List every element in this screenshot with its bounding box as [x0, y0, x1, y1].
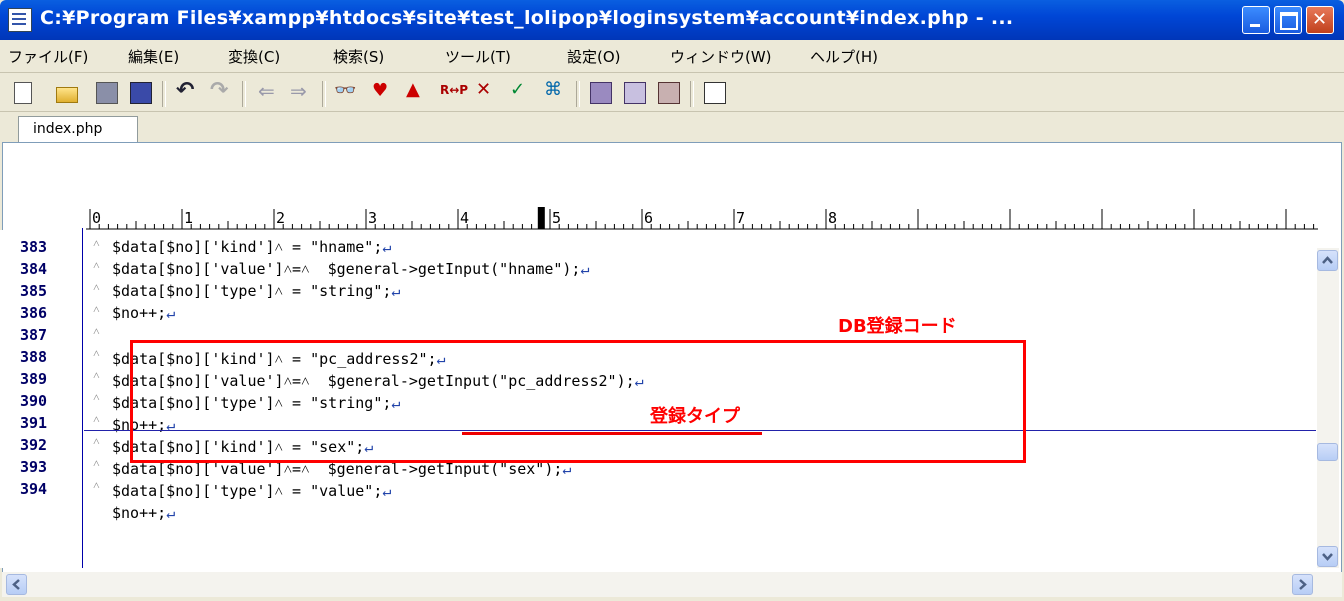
menu-edit[interactable]: 編集(E) — [128, 46, 179, 67]
menu-tools[interactable]: ツール(T) — [445, 46, 511, 67]
clear-highlight-icon[interactable]: ✕ — [476, 79, 498, 101]
code-line[interactable]: $no++;↵ — [112, 304, 175, 322]
compare-prev-icon[interactable] — [658, 82, 680, 104]
toolbar-separator — [322, 81, 326, 107]
return-mark: ↵ — [166, 304, 176, 322]
highlight-box — [130, 340, 1026, 463]
return-mark: ↵ — [580, 260, 590, 278]
menu-settings[interactable]: 設定(O) — [567, 46, 621, 67]
tab-marker: ˄ — [93, 258, 100, 272]
scroll-up-icon[interactable] — [1317, 250, 1338, 271]
tab-marker: ˄ — [93, 236, 100, 250]
menu-help[interactable]: ヘルプ(H) — [810, 46, 878, 67]
code-line[interactable]: $data[$no]['kind']˄ = "hname";↵ — [112, 238, 391, 257]
title-bar[interactable]: C:¥Program Files¥xampp¥htdocs¥site¥test_… — [0, 0, 1344, 40]
line-number-gutter: 383 384 385 386 387 388 389 390 391 392 … — [0, 230, 82, 568]
type-underline — [462, 432, 762, 435]
new-file-icon[interactable] — [14, 82, 32, 104]
undo-icon[interactable]: ↶ — [176, 78, 198, 103]
toolbar: ↶ ↷ ⇐ ⇒ 👓 ♥ ▲ R↔P ✕ ✓ ⌘ — [0, 73, 1344, 112]
code-text: $no++; — [112, 504, 167, 522]
save-as-icon[interactable] — [130, 82, 152, 104]
horizontal-scrollbar[interactable] — [2, 572, 1342, 597]
toolbar-separator — [162, 81, 166, 107]
line-number: 388 — [20, 348, 48, 366]
tab-marker: ˄ — [93, 412, 100, 426]
line-number: 390 — [20, 392, 48, 410]
toolbar-separator — [576, 81, 580, 107]
menu-search[interactable]: 検索(S) — [333, 46, 384, 67]
line-number: 394 — [20, 480, 48, 498]
menu-convert[interactable]: 変換(C) — [228, 46, 280, 67]
code-line[interactable]: $data[$no]['type']˄ = "string";↵ — [112, 282, 400, 301]
close-button[interactable] — [1306, 6, 1334, 34]
menu-file[interactable]: ファイル(F) — [8, 46, 88, 67]
tab-marker: ˄ — [93, 324, 100, 338]
return-mark: ↵ — [382, 482, 392, 500]
vertical-scrollbar[interactable] — [1317, 248, 1339, 568]
forward-icon[interactable]: ⇒ — [290, 79, 312, 103]
tab-marker: ˄ — [93, 434, 100, 448]
outline-icon[interactable] — [704, 82, 726, 104]
code-text: $data[$no]['type']˄ = "string"; — [112, 282, 392, 300]
menu-bar: ファイル(F) 編集(E) 変換(C) 検索(S) ツール(T) 設定(O) ウ… — [0, 40, 1344, 73]
back-icon[interactable]: ⇐ — [258, 79, 280, 103]
tag-jump-icon[interactable]: ⌘ — [544, 79, 566, 101]
toolbar-separator — [242, 81, 246, 107]
tab-marker: ˄ — [93, 390, 100, 404]
code-text: $data[$no]['kind']˄ = "hname"; — [112, 238, 383, 256]
code-text: $data[$no]['value']˄=˄ $general->getInpu… — [112, 260, 581, 278]
return-mark: ↵ — [391, 282, 401, 300]
scroll-down-icon[interactable] — [1317, 546, 1338, 567]
return-mark: ↵ — [166, 504, 176, 522]
db-code-annotation: DB登録コード — [838, 316, 957, 337]
tab-bar: index.php — [0, 112, 1344, 143]
compare-next-icon[interactable] — [624, 82, 646, 104]
tab-marker: ˄ — [93, 280, 100, 294]
line-number: 393 — [20, 458, 48, 476]
line-number: 386 — [20, 304, 48, 322]
line-number: 384 — [20, 260, 48, 278]
gutter-divider — [82, 228, 83, 568]
maximize-button[interactable] — [1274, 6, 1302, 34]
tab-marker: ˄ — [93, 368, 100, 382]
toolbar-separator — [690, 81, 694, 107]
code-text: $data[$no]['type']˄ = "value"; — [112, 482, 383, 500]
compare-icon[interactable] — [590, 82, 612, 104]
menu-window[interactable]: ウィンドウ(W) — [670, 46, 772, 67]
find-icon[interactable]: 👓 — [334, 80, 356, 102]
line-number: 385 — [20, 282, 48, 300]
line-number: 383 — [20, 238, 48, 256]
open-folder-icon[interactable] — [56, 87, 78, 103]
ruler-cursor-marker — [537, 207, 545, 229]
code-line[interactable]: $data[$no]['type']˄ = "value";↵ — [112, 482, 391, 501]
app-icon[interactable] — [8, 8, 32, 32]
save-icon[interactable] — [96, 82, 118, 104]
grep-icon[interactable]: ✓ — [510, 79, 532, 101]
scroll-thumb[interactable] — [1317, 443, 1338, 461]
tab-marker: ˄ — [93, 478, 100, 492]
find-prev-icon[interactable]: ▲ — [406, 79, 428, 101]
line-number: 391 — [20, 414, 48, 432]
replace-icon[interactable]: R↔P — [440, 83, 468, 105]
code-text: $no++; — [112, 304, 167, 322]
line-number: 392 — [20, 436, 48, 454]
code-line[interactable]: $data[$no]['value']˄=˄ $general->getInpu… — [112, 260, 590, 279]
tab-index-php[interactable]: index.php — [18, 116, 138, 143]
line-number: 389 — [20, 370, 48, 388]
redo-icon[interactable]: ↷ — [210, 78, 232, 103]
find-next-icon[interactable]: ♥ — [372, 80, 394, 102]
code-line[interactable]: $no++;↵ — [112, 504, 175, 522]
line-number: 387 — [20, 326, 48, 344]
minimize-button[interactable] — [1242, 6, 1270, 34]
tab-marker: ˄ — [93, 456, 100, 470]
type-annotation: 登録タイプ — [650, 406, 740, 427]
scroll-right-icon[interactable] — [1292, 574, 1313, 595]
tab-marker: ˄ — [93, 346, 100, 360]
return-mark: ↵ — [382, 238, 392, 256]
window-title: C:¥Program Files¥xampp¥htdocs¥site¥test_… — [40, 7, 1014, 29]
tab-marker: ˄ — [93, 302, 100, 316]
scroll-left-icon[interactable] — [6, 574, 27, 595]
ruler: 012345678 — [86, 207, 1318, 230]
